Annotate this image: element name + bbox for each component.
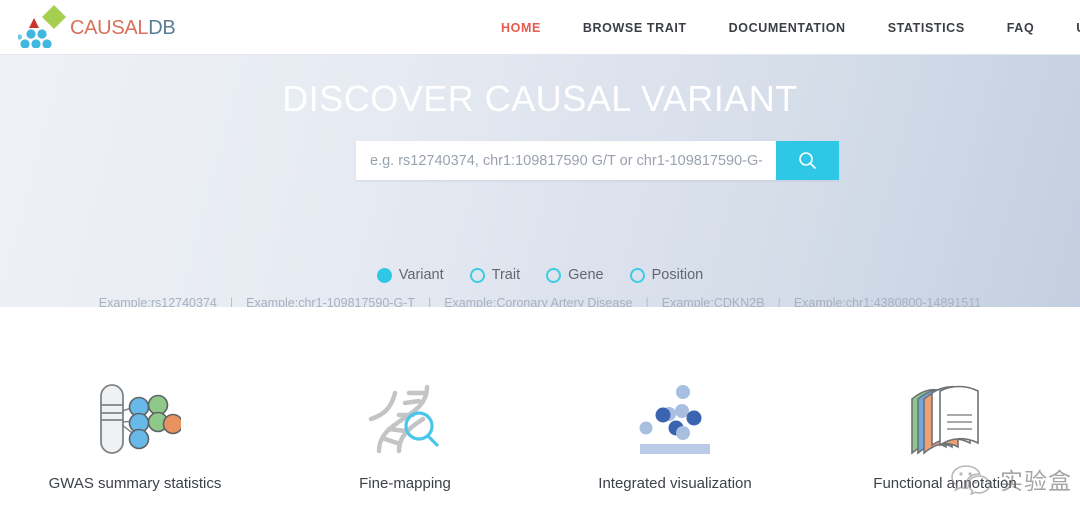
search-button[interactable] <box>776 141 839 180</box>
radio-option-trait[interactable]: Trait <box>469 267 521 283</box>
search-bar <box>356 141 839 180</box>
feature-label: Integrated visualization <box>598 475 752 492</box>
features-section: GWAS summary statistics Fine-mapping Int… <box>0 307 1080 521</box>
feature-icon-wrapper <box>361 375 449 463</box>
radio-option-variant[interactable]: Variant <box>376 267 444 283</box>
nav-item-faq[interactable]: FAQ <box>986 21 1056 35</box>
wechat-icon <box>951 465 991 495</box>
radio-dot-trait[interactable] <box>469 267 485 283</box>
logo-text-causal: CAUSAL <box>70 17 149 39</box>
nav-item-updates[interactable]: UPDATES <box>1055 21 1080 35</box>
chromosome-icon <box>100 384 181 454</box>
search-icon <box>799 152 816 169</box>
site-header: CAUSALDB HOME BROWSE TRAIT DOCUMENTATION… <box>0 0 1080 55</box>
radio-option-position[interactable]: Position <box>629 267 704 283</box>
search-input[interactable] <box>356 141 776 180</box>
causaldb-logo-icon <box>18 5 66 48</box>
nav-item-statistics[interactable]: STATISTICS <box>867 21 986 35</box>
radio-dot-variant[interactable] <box>376 267 392 283</box>
watermark: 实验盒 <box>951 462 1072 496</box>
logo-text-db: DB <box>148 17 176 39</box>
radio-label-gene: Gene <box>568 267 604 283</box>
feature-icon-wrapper <box>902 375 988 463</box>
page-title: DISCOVER CAUSAL VARIANT <box>282 78 798 119</box>
nav-item-documentation[interactable]: DOCUMENTATION <box>708 21 867 35</box>
hero-section: DISCOVER CAUSAL VARIANT Variant Trait Ge… <box>0 55 1080 310</box>
feature-icon-wrapper <box>628 375 722 463</box>
feature-label: GWAS summary statistics <box>48 475 222 492</box>
watermark-text: 实验盒 <box>1000 469 1072 495</box>
feature-integrated-visualization[interactable]: Integrated visualization <box>540 307 810 521</box>
book-stack-icon <box>911 385 979 455</box>
feature-gwas-summary-statistics[interactable]: GWAS summary statistics <box>0 307 270 521</box>
dna-magnifier-icon <box>368 384 439 454</box>
feature-icon-wrapper <box>89 375 181 463</box>
radio-option-gene[interactable]: Gene <box>546 267 604 283</box>
nav-item-browse-trait[interactable]: BROWSE TRAIT <box>562 21 708 35</box>
logo[interactable]: CAUSALDB <box>18 4 176 50</box>
logo-text: CAUSALDB <box>70 17 176 40</box>
radio-dot-gene[interactable] <box>546 267 562 283</box>
radio-dot-position[interactable] <box>629 267 645 283</box>
radio-label-variant: Variant <box>398 267 444 283</box>
main-nav: HOME BROWSE TRAIT DOCUMENTATION STATISTI… <box>480 0 1080 55</box>
radio-label-position: Position <box>651 267 704 283</box>
feature-fine-mapping[interactable]: Fine-mapping <box>270 307 540 521</box>
scatter-plot-icon <box>639 385 710 454</box>
feature-label: Fine-mapping <box>359 475 451 492</box>
radio-label-trait: Trait <box>491 267 521 283</box>
search-type-options: Variant Trait Gene Position <box>0 267 1080 283</box>
nav-item-home[interactable]: HOME <box>480 21 562 35</box>
